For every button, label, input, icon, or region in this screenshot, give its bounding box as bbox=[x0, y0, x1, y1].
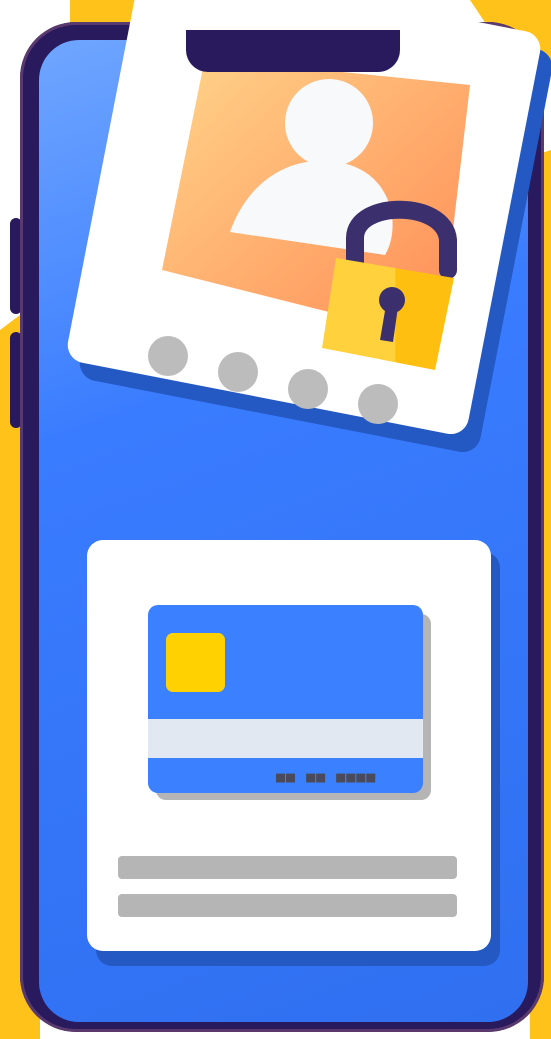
indicator-dot bbox=[358, 384, 398, 424]
placeholder-line-2 bbox=[118, 894, 457, 917]
indicator-dot bbox=[288, 369, 328, 409]
card-number: ■■ ■■ ■■■■ bbox=[276, 768, 377, 786]
card-stripe bbox=[148, 719, 423, 758]
indicator-dot bbox=[148, 336, 188, 376]
phone-notch bbox=[186, 30, 400, 72]
placeholder-line-1 bbox=[118, 856, 457, 879]
indicator-dot bbox=[218, 352, 258, 392]
card-chip-icon bbox=[166, 633, 225, 692]
credit-card[interactable]: ■■ ■■ ■■■■ bbox=[148, 605, 423, 793]
